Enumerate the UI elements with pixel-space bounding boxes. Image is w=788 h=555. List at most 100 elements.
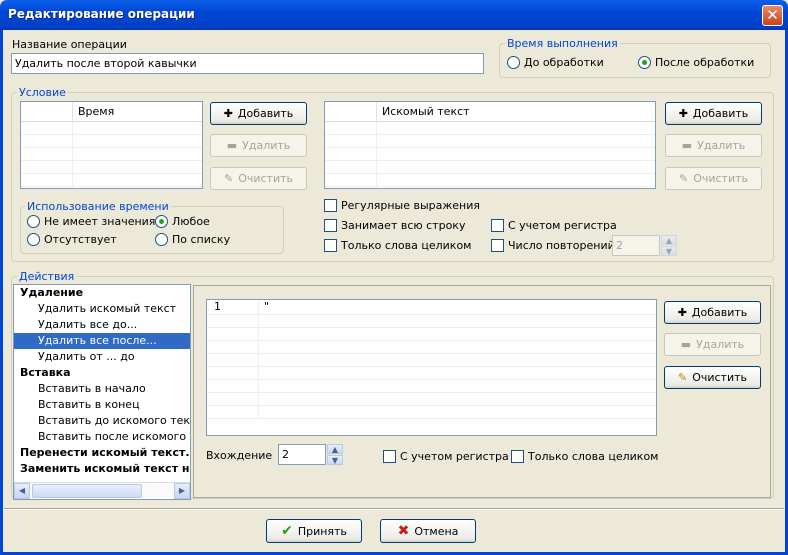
eraser-icon: ✎ [678,172,689,185]
radio-absent[interactable]: Отсутствует [27,233,117,246]
text-grid-row [325,161,655,174]
tree-item[interactable]: Удалить искомый текст [14,301,190,317]
scroll-right-icon[interactable]: ▶ [174,483,190,499]
text-grid-row [325,122,655,135]
time-grid-row [21,148,202,161]
cond-time-delete-button[interactable]: ▬ Удалить [210,134,307,157]
time-grid-corner [21,102,73,121]
actions-tree-panel: Удаление Удалить искомый текст Удалить все… [13,284,191,500]
time-grid[interactable]: Время [20,101,203,189]
tree-category[interactable]: Вставка [14,365,190,381]
tree-category[interactable]: Удаление [14,285,190,301]
repeat-down-icon[interactable]: ▼ [661,246,677,256]
cond-text-add-button[interactable]: ✚ Добавить [665,102,762,125]
action-delete-button[interactable]: ▬ Удалить [664,333,761,356]
tree-item[interactable]: Удалить все до... [14,317,190,333]
time-grid-header: Время [21,102,202,122]
minus-icon: ▬ [681,139,693,152]
action-grid-row [207,315,656,328]
actions-label: Действия [17,270,77,283]
text-grid[interactable]: Искомый текст [324,101,656,189]
action-case-checkbox[interactable]: С учетом регистра [383,450,509,463]
cancel-button[interactable]: ✖ Отмена [380,519,476,543]
text-grid-row [325,148,655,161]
occurrence-label: Вхождение [206,449,273,462]
radio-any-value[interactable]: Не имеет значения [27,215,155,228]
exec-time-label: Время выполнения [505,37,620,50]
tree-item[interactable]: Удалить от ... до [14,349,190,365]
cond-time-add-button[interactable]: ✚ Добавить [210,102,307,125]
tree-category[interactable]: Заменить искомый текст на... [14,461,190,477]
text-grid-corner [325,102,377,121]
radio-after-label: После обработки [655,56,755,69]
actions-tree[interactable]: Удаление Удалить искомый текст Удалить все… [14,285,190,477]
text-grid-header: Искомый текст [325,102,655,122]
action-grid-row [207,393,656,406]
eraser-icon: ✎ [223,172,234,185]
op-name-label: Название операции [12,38,127,51]
repeat-checkbox[interactable]: Число повторений [491,239,615,252]
radio-after[interactable]: После обработки [638,56,754,69]
action-clear-button[interactable]: ✎ Очистить [664,366,761,389]
action-grid-row [207,354,656,367]
cond-time-clear-button[interactable]: ✎ Очистить [210,167,307,190]
plus-icon: ✚ [223,107,233,120]
cond-case-checkbox[interactable]: С учетом регистра [491,219,617,232]
time-grid-header-time: Время [78,105,115,118]
tree-item[interactable]: Вставить в начало [14,381,190,397]
action-grid-row [207,380,656,393]
time-grid-row [21,122,202,135]
condition-label: Условие [17,86,68,99]
scroll-left-icon[interactable]: ◀ [14,483,30,499]
text-grid-row [325,135,655,148]
radio-by-list[interactable]: По списку [155,233,230,246]
radio-before[interactable]: До обработки [507,56,604,69]
radio-after-circle[interactable] [638,56,651,69]
window-title: Редактирование операции [8,7,195,21]
tree-item[interactable]: Удалить все после... [14,333,190,349]
repeat-count-input[interactable]: 2 [612,235,660,256]
time-grid-row [21,161,202,174]
tree-item[interactable]: Вставить после искомого текста [14,429,190,445]
text-grid-header-text: Искомый текст [382,105,470,118]
time-usage-group [20,206,284,254]
radio-any[interactable]: Любое [155,215,210,228]
op-name-input[interactable]: Удалить после второй кавычки [11,53,484,74]
action-grid-row [207,328,656,341]
tree-category[interactable]: Перенести искомый текст... [14,445,190,461]
ok-button[interactable]: ✔ Принять [266,519,362,543]
checkmark-icon: ✔ [281,523,293,539]
action-grid-row[interactable]: 1 " [207,300,656,315]
minus-icon: ▬ [680,338,692,351]
text-grid-row [325,174,655,187]
occurrence-input[interactable]: 2 [278,444,326,465]
plus-icon: ✚ [677,306,687,319]
regex-checkbox[interactable]: Регулярные выражения [324,199,480,212]
radio-before-circle[interactable] [507,56,520,69]
time-grid-row [21,174,202,187]
occurrence-up-icon[interactable]: ▲ [327,444,343,454]
action-whole-words-checkbox[interactable]: Только слова целиком [511,450,658,463]
tree-h-scrollbar[interactable]: ◀ ▶ [14,482,190,499]
tree-item[interactable]: Вставить до искомого текста [14,413,190,429]
repeat-up-icon[interactable]: ▲ [661,235,677,245]
cross-icon: ✖ [397,523,410,539]
eraser-icon: ✎ [677,371,688,384]
scroll-thumb[interactable] [32,484,142,498]
time-usage-label: Использование времени [25,200,171,213]
occurrence-down-icon[interactable]: ▼ [327,455,343,465]
footer-separator [4,508,784,510]
action-grid-row [207,341,656,354]
plus-icon: ✚ [678,107,688,120]
cond-text-delete-button[interactable]: ▬ Удалить [665,134,762,157]
cond-whole-words-checkbox[interactable]: Только слова целиком [324,239,471,252]
time-grid-row [21,135,202,148]
action-add-button[interactable]: ✚ Добавить [664,301,761,324]
whole-line-checkbox[interactable]: Занимает всю строку [324,219,465,232]
minus-icon: ▬ [226,139,238,152]
close-button[interactable]: ✕ [762,5,783,26]
action-grid-row [207,367,656,380]
tree-item[interactable]: Вставить в конец [14,397,190,413]
cond-text-clear-button[interactable]: ✎ Очистить [665,167,762,190]
action-grid[interactable]: 1 " [206,299,657,436]
